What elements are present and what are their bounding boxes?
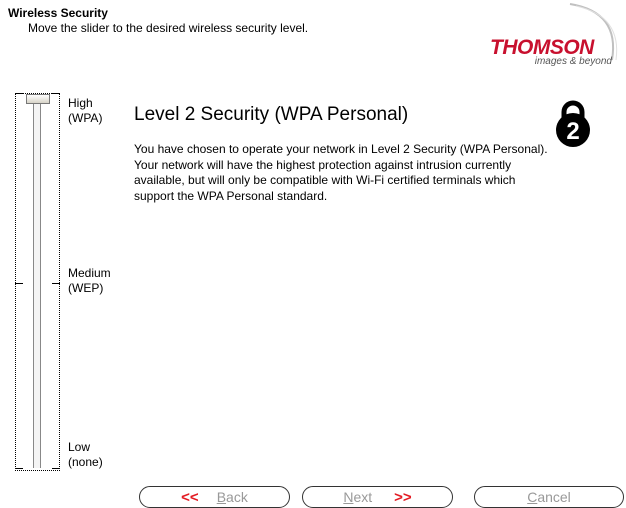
slider-tick-medium-right xyxy=(52,283,60,284)
cancel-label: Cancel xyxy=(527,489,571,505)
level-label-medium: Medium (WEP) xyxy=(68,266,111,295)
slider-tick-low-left xyxy=(15,468,23,469)
level-label-low: Low (none) xyxy=(68,440,103,469)
next-label: Next xyxy=(343,489,373,505)
slider-tick-high-right xyxy=(52,93,60,94)
page-title: Wireless Security xyxy=(8,6,108,20)
security-level-title: Level 2 Security (WPA Personal) xyxy=(134,104,409,125)
back-button[interactable]: << Back xyxy=(139,486,290,508)
back-arrow-icon: << xyxy=(181,488,199,506)
next-arrow-icon: >> xyxy=(394,488,412,506)
slider-rail[interactable] xyxy=(33,98,41,468)
security-level-slider[interactable] xyxy=(10,93,65,473)
slider-tick-medium-left xyxy=(15,283,23,284)
page-subtitle: Move the slider to the desired wireless … xyxy=(28,21,309,35)
thomson-logo: THOMSON images & beyond xyxy=(490,36,616,67)
lock-level-2-icon: 2 xyxy=(556,100,590,147)
next-button[interactable]: Next >> xyxy=(302,486,453,508)
back-label: Back xyxy=(216,489,248,505)
security-description: You have chosen to operate your network … xyxy=(134,142,548,203)
slider-thumb[interactable] xyxy=(26,94,50,104)
slider-tick-high-left xyxy=(15,93,23,94)
slider-tick-low-right xyxy=(52,468,60,469)
level-label-high: High (WPA) xyxy=(68,96,103,125)
logo-tagline: images & beyond xyxy=(534,56,612,67)
svg-text:2: 2 xyxy=(566,118,579,145)
cancel-button[interactable]: Cancel xyxy=(474,486,624,508)
